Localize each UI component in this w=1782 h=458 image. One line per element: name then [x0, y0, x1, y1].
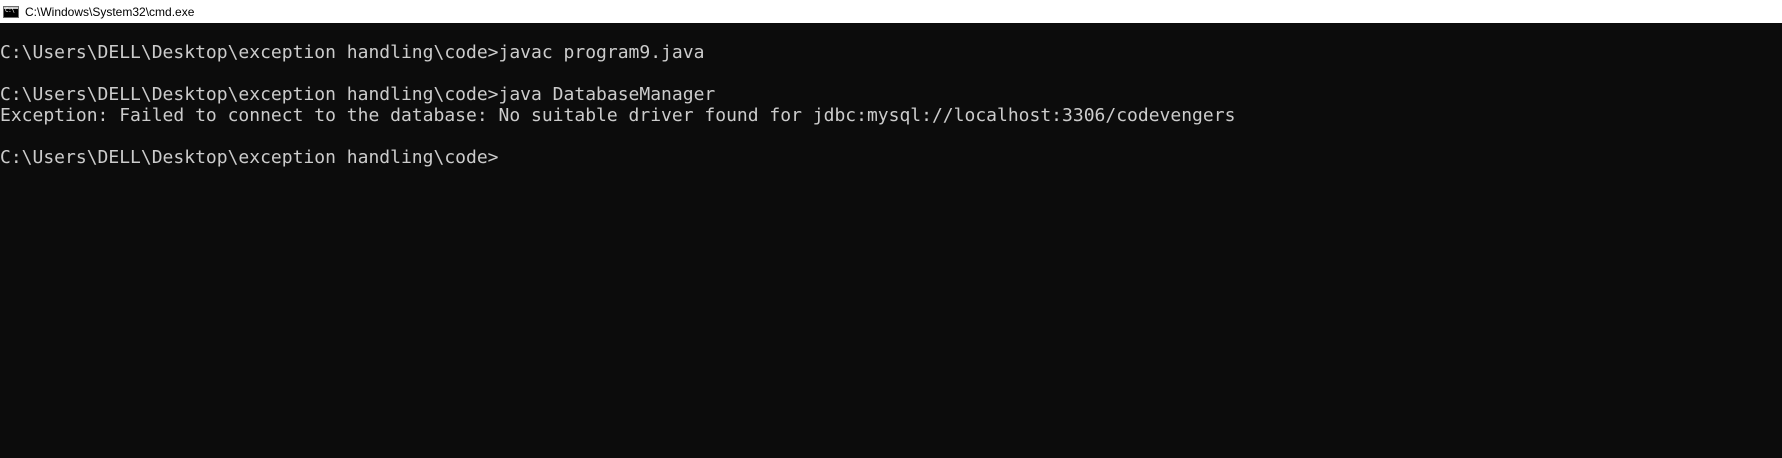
icon-prompt: C:\ — [5, 6, 15, 14]
console-output[interactable]: C:\Users\DELL\Desktop\exception handling… — [0, 23, 1782, 458]
console-line-javac: C:\Users\DELL\Desktop\exception handling… — [0, 42, 705, 63]
cmd-window: C:\ C:\Windows\System32\cmd.exe C:\Users… — [0, 0, 1782, 458]
console-line-exception: Exception: Failed to connect to the data… — [0, 105, 1236, 126]
cmd-console-icon[interactable]: C:\ — [3, 5, 19, 18]
window-title: C:\Windows\System32\cmd.exe — [25, 4, 195, 19]
console-line-prompt[interactable]: C:\Users\DELL\Desktop\exception handling… — [0, 146, 499, 170]
title-bar[interactable]: C:\ C:\Windows\System32\cmd.exe — [0, 0, 1782, 23]
